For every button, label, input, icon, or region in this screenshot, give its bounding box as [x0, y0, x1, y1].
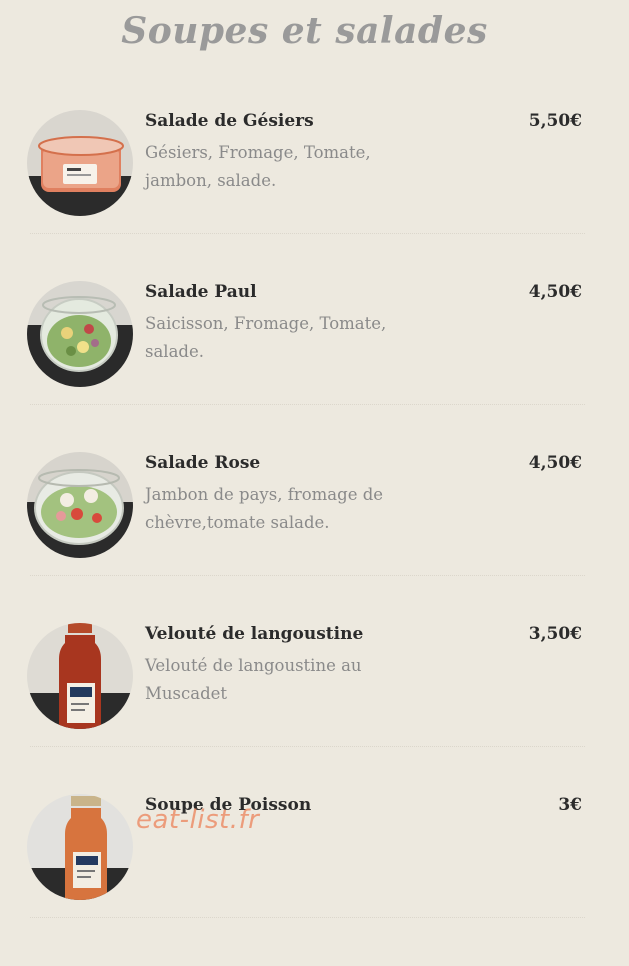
menu-item-soupe-de-poisson[interactable]: Soupe de Poisson 3€: [0, 794, 629, 966]
watermark: eat-list.fr: [136, 805, 260, 835]
menu-item-salade-de-gesiers[interactable]: Salade de Gésiers 5,50€ Gésiers, Fromage…: [0, 110, 629, 282]
menu-item-veloute-de-langoustine[interactable]: Velouté de langoustine 3,50€ Velouté de …: [0, 623, 629, 795]
item-name: Velouté de langoustine: [145, 624, 364, 644]
item-description: Jambon de pays, fromage de chèvre,tomate…: [145, 485, 384, 532]
item-price: 3€: [558, 795, 582, 815]
menu-item-salade-paul[interactable]: Salade Paul 4,50€ Saicisson, Fromage, To…: [0, 281, 629, 453]
item-price: 4,50€: [528, 453, 582, 473]
soup-bottle-photo-icon: [27, 794, 133, 900]
item-price: 4,50€: [528, 282, 582, 302]
soup-bottle-photo-icon: [27, 623, 133, 729]
item-description: Saicisson, Fromage, Tomate, salade.: [145, 314, 387, 361]
divider: [30, 917, 585, 918]
salad-jar-photo-icon: [27, 110, 133, 216]
divider: [30, 575, 585, 576]
divider: [30, 233, 585, 234]
menu-item-salade-rose[interactable]: Salade Rose 4,50€ Jambon de pays, fromag…: [0, 452, 629, 624]
item-name: Salade Rose: [145, 453, 261, 473]
divider: [30, 404, 585, 405]
salad-jar-photo-icon: [27, 452, 133, 558]
item-name: Salade de Gésiers: [145, 111, 314, 131]
page-title: Soupes et salades: [121, 10, 488, 52]
item-description: Gésiers, Fromage, Tomate, jambon, salade…: [145, 143, 371, 190]
salad-jar-photo-icon: [27, 281, 133, 387]
item-price: 5,50€: [528, 111, 582, 131]
divider: [30, 746, 585, 747]
item-price: 3,50€: [528, 624, 582, 644]
item-description: Velouté de langoustine au Muscadet: [145, 656, 362, 703]
item-name: Salade Paul: [145, 282, 257, 302]
